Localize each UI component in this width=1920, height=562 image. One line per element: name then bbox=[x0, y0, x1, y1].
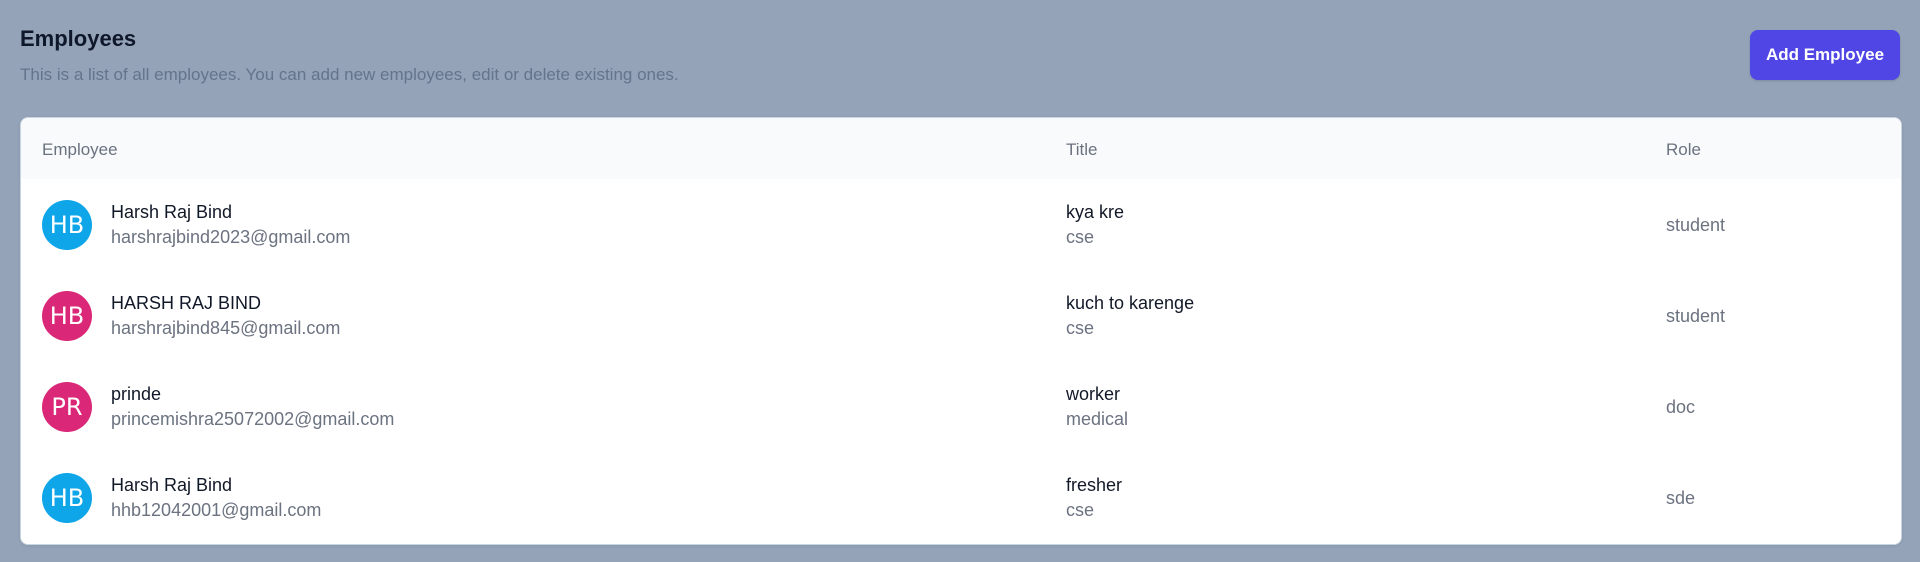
employee-title: kuch to karenge bbox=[1066, 293, 1195, 313]
employee-column-header: Employee bbox=[42, 140, 118, 159]
avatar: HB bbox=[42, 200, 92, 250]
employee-name: HARSH RAJ BIND bbox=[111, 293, 262, 313]
employee-title: kya kre bbox=[1066, 202, 1125, 222]
employee-name: Harsh Raj Bind bbox=[111, 475, 233, 495]
table-row: HB Harsh Raj Bind hhb12042001@gmail.com … bbox=[21, 452, 1901, 543]
employee-title: worker bbox=[1066, 384, 1121, 404]
avatar: PR bbox=[42, 382, 92, 432]
employee-name: prinde bbox=[111, 384, 162, 404]
employee-department: cse bbox=[1066, 318, 1095, 338]
employee-role: student bbox=[1666, 215, 1726, 235]
table-row: HB Harsh Raj Bind harshrajbind2023@gmail… bbox=[21, 179, 1901, 271]
employee-role: doc bbox=[1666, 397, 1696, 417]
employee-department: cse bbox=[1066, 227, 1095, 247]
employee-role: student bbox=[1666, 306, 1726, 326]
employee-email: harshrajbind845@gmail.com bbox=[111, 318, 341, 338]
table-row: PR prinde princemishra25072002@gmail.com… bbox=[21, 361, 1901, 453]
employee-email: princemishra25072002@gmail.com bbox=[111, 409, 395, 429]
employee-title: fresher bbox=[1066, 475, 1123, 495]
employee-department: cse bbox=[1066, 500, 1095, 520]
employee-role: sde bbox=[1666, 488, 1696, 508]
employee-department: medical bbox=[1066, 409, 1129, 429]
title-column-header: Title bbox=[1066, 140, 1098, 159]
employee-email: hhb12042001@gmail.com bbox=[111, 500, 322, 520]
employee-email: harshrajbind2023@gmail.com bbox=[111, 227, 351, 247]
page-title: Employees bbox=[20, 26, 137, 51]
avatar: HB bbox=[42, 291, 92, 341]
employees-page: Employees This is a list of all employee… bbox=[0, 0, 1920, 562]
role-column-header: Role bbox=[1666, 140, 1701, 159]
table-row: HB HARSH RAJ BIND harshrajbind845@gmail.… bbox=[21, 270, 1901, 362]
employee-name: Harsh Raj Bind bbox=[111, 202, 233, 222]
add-employee-button[interactable]: Add Employee bbox=[1750, 30, 1900, 80]
page-subtitle: This is a list of all employees. You can… bbox=[20, 65, 679, 84]
table-header: Employee Title Role bbox=[21, 118, 1901, 180]
avatar: HB bbox=[42, 473, 92, 523]
employees-table: Employee Title Role HB Harsh Raj Bind ha… bbox=[20, 117, 1902, 545]
